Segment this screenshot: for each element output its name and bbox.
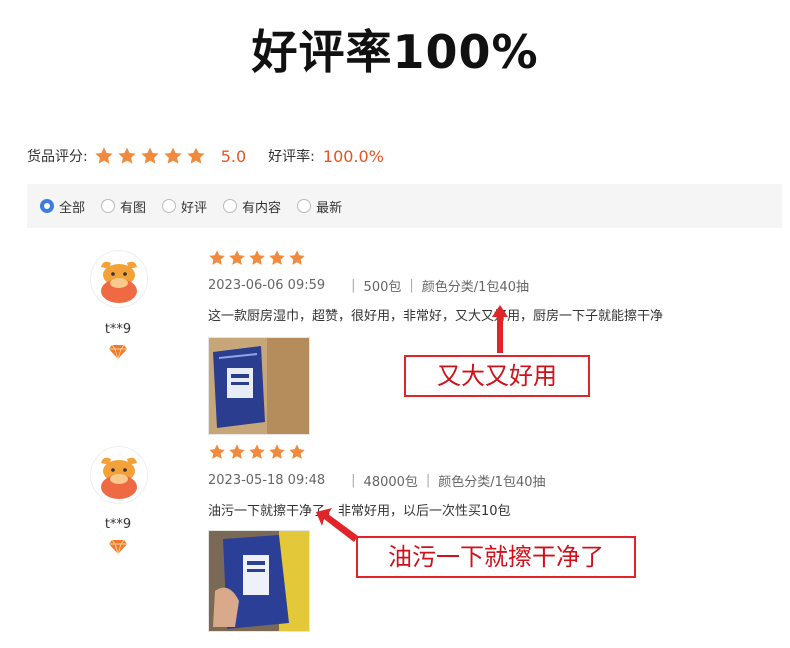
callout-box: 又大又好用	[404, 355, 590, 397]
filter-label: 最新	[316, 200, 343, 216]
review-variant: 颜色分类/1包40抽	[421, 280, 529, 295]
headline: 好评率100%	[251, 25, 539, 79]
diamond-badge-icon	[108, 344, 128, 360]
separator: |	[425, 473, 431, 488]
star-icon	[117, 146, 137, 166]
separator: |	[351, 473, 356, 488]
review-variant: 颜色分类/1包40抽	[438, 475, 546, 490]
arrow-icon	[316, 508, 358, 542]
positive-rate-value: 100.0%	[322, 146, 384, 166]
star-icon	[228, 443, 246, 461]
radio[interactable]	[101, 199, 116, 213]
radio[interactable]	[162, 199, 177, 213]
star-icon	[248, 443, 266, 461]
star-icon	[140, 146, 160, 166]
score-value: 5.0	[220, 146, 247, 166]
separator: |	[351, 278, 356, 293]
summary-stars	[94, 146, 209, 166]
avatar[interactable]	[90, 250, 148, 308]
separator: |	[409, 278, 414, 293]
radio-selected[interactable]	[40, 199, 54, 213]
review-meta: 2023-05-18 09:48 | 48000包 | 颜色分类/1包40抽	[208, 471, 546, 490]
star-icon	[208, 249, 226, 267]
review-stars	[208, 249, 308, 267]
radio[interactable]	[297, 199, 312, 213]
username: t**9	[104, 322, 132, 337]
callout-box: 油污一下就擦干净了	[356, 536, 636, 578]
arrow-icon	[492, 305, 508, 353]
filter-label: 全部	[59, 200, 86, 216]
review-meta: 2023-06-06 09:59 | 500包 | 颜色分类/1包40抽	[208, 276, 529, 295]
wipes-pack-photo	[209, 531, 309, 631]
username: t**9	[104, 517, 132, 532]
bull-avatar-icon	[92, 252, 146, 306]
filter-all[interactable]: 全部	[40, 197, 85, 216]
star-icon	[288, 249, 306, 267]
star-icon	[163, 146, 183, 166]
review-text: 这一款厨房湿巾，超赞，很好用，非常好，又大又好用，厨房一下子就能擦干净	[208, 309, 664, 324]
filter-with-images[interactable]: 有图	[101, 197, 146, 216]
review-quantity: 500包	[363, 280, 402, 295]
wipes-pack-photo	[209, 338, 309, 434]
star-icon	[208, 443, 226, 461]
filter-latest[interactable]: 最新	[297, 197, 342, 216]
review-stars	[208, 443, 308, 461]
filter-positive[interactable]: 好评	[162, 197, 207, 216]
star-icon	[186, 146, 206, 166]
radio[interactable]	[223, 199, 238, 213]
filter-label: 有内容	[242, 200, 282, 216]
star-icon	[248, 249, 266, 267]
star-icon	[268, 443, 286, 461]
filter-label: 有图	[120, 200, 147, 216]
diamond-badge-icon	[108, 539, 128, 555]
review-quantity: 48000包	[363, 475, 418, 490]
review-photo[interactable]	[208, 337, 310, 435]
positive-rate-label: 好评率:	[268, 149, 315, 165]
avatar[interactable]	[90, 446, 148, 504]
star-icon	[94, 146, 114, 166]
review-date: 2023-06-06 09:59	[208, 278, 326, 293]
rating-summary: 货品评分: 5.0 好评率: 100.0%	[27, 143, 384, 169]
filter-bar: 全部 有图 好评 有内容 最新	[27, 184, 782, 228]
star-icon	[268, 249, 286, 267]
bull-avatar-icon	[92, 448, 146, 502]
filter-label: 好评	[181, 200, 208, 216]
review-photo[interactable]	[208, 530, 310, 632]
review-date: 2023-05-18 09:48	[208, 473, 326, 488]
filter-with-content[interactable]: 有内容	[223, 197, 281, 216]
star-icon	[288, 443, 306, 461]
star-icon	[228, 249, 246, 267]
goods-rating-label: 货品评分:	[27, 149, 88, 165]
